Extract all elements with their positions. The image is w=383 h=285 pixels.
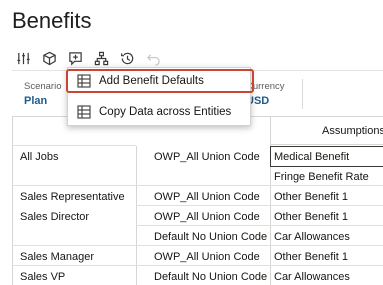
assumption-cell[interactable]: Car Allowances <box>274 231 350 243</box>
data-grid: Assumptions All Jobs OWP_All Union Code … <box>12 116 383 285</box>
assumption-cell[interactable]: Other Benefit 1 <box>274 211 348 223</box>
column-header-label: Assumptions <box>322 125 383 137</box>
menu-item-add-benefit-defaults[interactable]: Add Benefit Defaults <box>66 69 254 93</box>
assumption-cell[interactable]: Car Allowances <box>274 271 350 283</box>
table-row[interactable]: Sales VP Default No Union Code Car Allow… <box>12 267 383 285</box>
union-cell: OWP_All Union Code <box>154 251 260 263</box>
job-cell: All Jobs <box>20 151 59 163</box>
table-row[interactable]: Sales Representative OWP_All Union Code … <box>12 187 383 207</box>
union-cell: OWP_All Union Code <box>154 211 260 223</box>
union-cell: OWP_All Union Code <box>154 151 260 163</box>
grid-copy-icon <box>77 105 91 119</box>
undo-icon[interactable] <box>140 48 166 68</box>
table-row[interactable]: All Jobs OWP_All Union Code Medical Bene… <box>12 147 383 167</box>
pov-scenario-value[interactable]: Plan <box>24 95 62 107</box>
hierarchy-icon[interactable] <box>88 48 114 68</box>
menu-item-label: Copy Data across Entities <box>99 106 232 118</box>
add-note-icon[interactable] <box>62 48 88 68</box>
row-divider <box>12 145 136 146</box>
table-row[interactable]: Fringe Benefit Rate <box>12 167 383 187</box>
package-icon[interactable] <box>36 48 62 68</box>
assumption-cell[interactable]: Other Benefit 1 <box>274 191 348 203</box>
column-header[interactable]: Assumptions <box>270 117 383 145</box>
toolbar <box>10 48 166 68</box>
job-cell: Sales VP <box>20 271 66 283</box>
page-title: Benefits <box>12 8 92 33</box>
assumption-cell[interactable]: Medical Benefit <box>274 151 349 163</box>
table-row[interactable]: Sales Director OWP_All Union Code Other … <box>12 207 383 227</box>
menu-item-copy-data-across-entities[interactable]: Copy Data across Entities <box>68 100 252 124</box>
pov-separator <box>302 79 303 109</box>
history-icon[interactable] <box>114 48 140 68</box>
sliders-icon[interactable] <box>10 48 36 68</box>
table-row[interactable]: Sales Manager OWP_All Union Code Other B… <box>12 247 383 267</box>
assumption-cell[interactable]: Other Benefit 1 <box>274 251 348 263</box>
union-cell: OWP_All Union Code <box>154 191 260 203</box>
assumption-cell[interactable]: Fringe Benefit Rate <box>274 171 369 183</box>
menu-item-label: Add Benefit Defaults <box>99 75 204 87</box>
actions-dropdown-menu: Add Benefit Defaults Copy Data across En… <box>66 67 254 126</box>
table-row[interactable]: Default No Union Code Car Allowances <box>12 227 383 247</box>
job-cell: Sales Director <box>20 211 90 223</box>
union-cell: Default No Union Code <box>154 231 268 243</box>
union-cell: Default No Union Code <box>154 271 268 283</box>
job-cell: Sales Manager <box>20 251 94 263</box>
pov-scenario[interactable]: Scenario Plan <box>24 81 62 107</box>
job-cell: Sales Representative <box>20 191 125 203</box>
grid-add-icon <box>77 74 91 88</box>
pov-scenario-label: Scenario <box>24 81 62 92</box>
